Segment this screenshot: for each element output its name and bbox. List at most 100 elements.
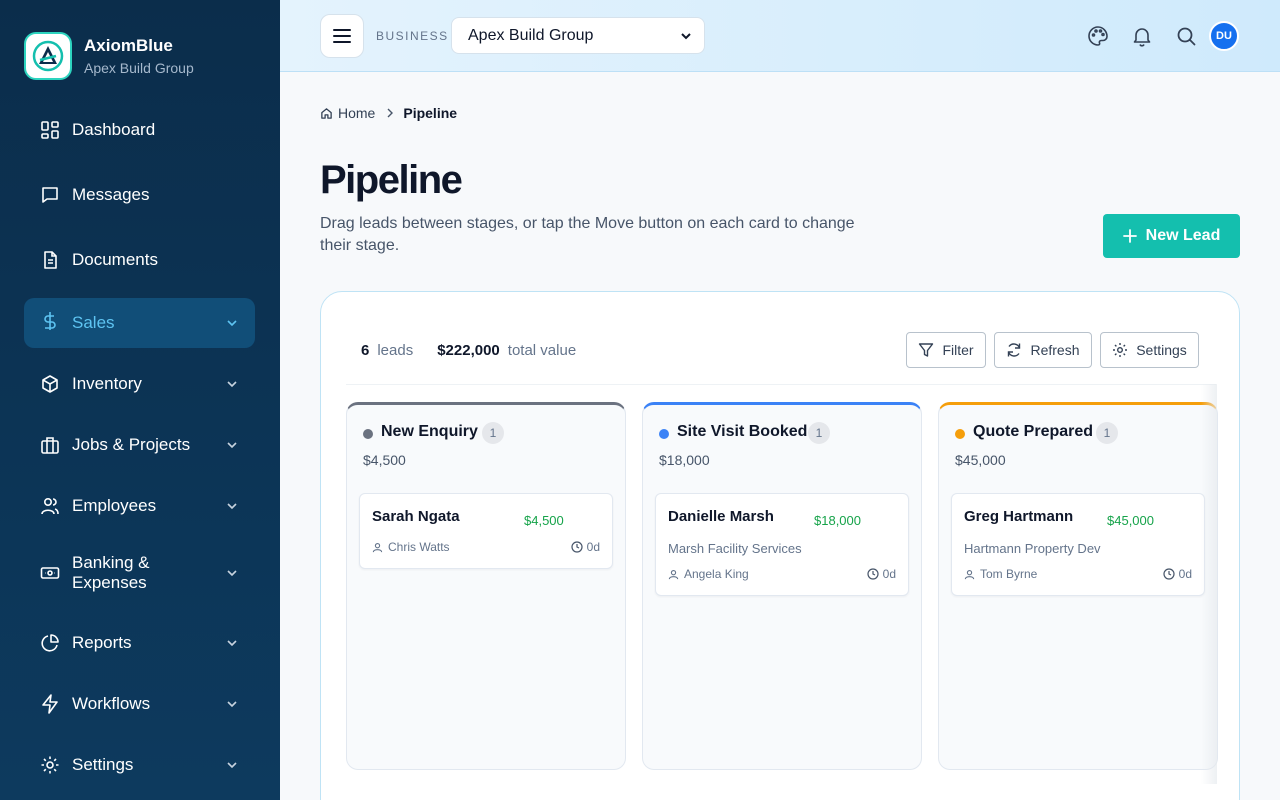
stage-column-new-enquiry[interactable]: New Enquiry 1 $4,500 Sarah Ngata $4,500 …	[346, 402, 626, 770]
briefcase-icon	[41, 437, 59, 454]
lead-company: Marsh Facility Services	[668, 541, 802, 556]
clock-icon	[867, 568, 879, 580]
breadcrumb-current: Pipeline	[403, 105, 458, 121]
business-label: BUSINESS	[376, 29, 449, 43]
stage-column-site-visit-booked[interactable]: Site Visit Booked 1 $18,000 Danielle Mar…	[642, 402, 922, 770]
box-icon	[42, 375, 58, 393]
lead-name: Danielle Marsh	[668, 508, 774, 525]
sidebar-item-documents[interactable]: Documents	[24, 245, 255, 275]
lead-card[interactable]: Greg Hartmann $45,000 Hartmann Property …	[951, 493, 1205, 596]
leads-label: leads	[377, 342, 414, 359]
sidebar-item-label: Settings	[72, 755, 134, 774]
stage-column-quote-prepared[interactable]: Quote Prepared 1 $45,000 Greg Hartmann $…	[938, 402, 1218, 770]
brand[interactable]: AxiomBlue Apex Build Group	[24, 32, 194, 80]
lead-age-value: 0d	[882, 567, 896, 581]
lead-name: Greg Hartmann	[964, 508, 1074, 525]
sidebar-item-settings[interactable]: Settings	[24, 750, 255, 780]
lead-age-value: 0d	[586, 540, 600, 554]
hamburger-icon	[333, 29, 351, 43]
chevron-down-icon	[227, 570, 237, 577]
refresh-icon	[1008, 343, 1021, 357]
stage-title: Site Visit Booked	[677, 423, 808, 440]
lead-age: 0d	[1163, 567, 1192, 581]
stage-dot	[955, 429, 965, 439]
settings-label: Settings	[1136, 342, 1187, 358]
chevron-down-icon	[227, 442, 237, 449]
leads-count: 6	[361, 342, 370, 359]
bell-icon[interactable]	[1131, 25, 1153, 47]
page-description: Drag leads between stages, or tap the Mo…	[320, 215, 855, 254]
palette-icon[interactable]	[1087, 25, 1109, 47]
sidebar-item-jobs-projects[interactable]: Jobs & Projects	[24, 430, 255, 460]
sidebar-item-workflows[interactable]: Workflows	[24, 689, 255, 719]
lightning-icon	[42, 694, 58, 714]
pipeline-board: 6 leads $222,000 total value Filter Refr…	[320, 291, 1240, 800]
sidebar-item-label: Jobs & Projects	[72, 435, 191, 454]
brand-name: AxiomBlue	[84, 35, 173, 55]
user-avatar[interactable]: DU	[1209, 21, 1239, 51]
breadcrumb-home-link[interactable]: Home	[320, 105, 375, 121]
stage-dot	[363, 429, 373, 439]
total-value: $222,000	[437, 342, 500, 359]
sidebar-item-label: Employees	[72, 496, 157, 515]
sidebar-item-employees[interactable]: Employees	[24, 491, 255, 521]
home-icon	[321, 107, 332, 119]
chevron-down-icon	[227, 762, 237, 769]
lead-owner-name: Tom Byrne	[980, 567, 1038, 581]
sidebar-item-label: Workflows	[72, 694, 151, 713]
user-icon	[668, 569, 679, 579]
sidebar-item-label: Banking & Expenses	[72, 553, 150, 592]
filter-button[interactable]: Filter	[906, 332, 986, 368]
business-select[interactable]: Apex Build Group	[451, 17, 705, 54]
new-lead-button[interactable]: New Lead	[1103, 214, 1240, 258]
refresh-button[interactable]: Refresh	[994, 332, 1092, 368]
filter-label: Filter	[942, 342, 974, 358]
lead-amount: $18,000	[814, 513, 861, 528]
gear-icon	[41, 756, 59, 774]
stage-count-badge: 1	[482, 422, 504, 444]
plus-icon	[1122, 229, 1137, 243]
sidebar-item-label: Messages	[72, 185, 150, 204]
menu-toggle-button[interactable]	[320, 14, 364, 58]
lead-amount: $4,500	[524, 513, 564, 528]
lead-card[interactable]: Sarah Ngata $4,500 Chris Watts 0d	[359, 493, 613, 569]
sidebar-item-label: Inventory	[72, 374, 142, 393]
lead-name: Sarah Ngata	[372, 508, 460, 525]
sidebar-item-sales[interactable]: Sales	[24, 298, 255, 348]
stage-dot	[659, 429, 669, 439]
lead-amount: $45,000	[1107, 513, 1154, 528]
pie-chart-icon	[41, 634, 59, 652]
lead-company: Hartmann Property Dev	[964, 541, 1101, 556]
sidebar: AxiomBlue Apex Build Group Dashboard Mes…	[0, 0, 280, 800]
stage-title: Quote Prepared	[973, 423, 1094, 440]
scroll-fade	[1201, 384, 1217, 784]
chevron-right-icon	[387, 108, 394, 118]
sidebar-item-label: Sales	[72, 313, 115, 332]
top-bar: BUSINESS Apex Build Group DU	[280, 0, 1280, 72]
lead-age-value: 0d	[1178, 567, 1192, 581]
stage-count-badge: 1	[808, 422, 830, 444]
users-icon	[41, 497, 59, 515]
total-value-label: total value	[507, 342, 577, 359]
lead-owner: Tom Byrne	[964, 567, 1037, 581]
document-icon	[44, 251, 57, 269]
sidebar-item-banking-expenses[interactable]: Banking & Expenses	[24, 553, 255, 593]
lead-owner-name: Chris Watts	[388, 540, 450, 554]
sidebar-item-reports[interactable]: Reports	[24, 628, 255, 658]
sidebar-item-label: Reports	[72, 633, 132, 652]
sidebar-item-label: Documents	[72, 250, 158, 269]
sidebar-item-messages[interactable]: Messages	[24, 180, 255, 210]
sidebar-item-inventory[interactable]: Inventory	[24, 369, 255, 399]
chevron-down-icon	[227, 320, 237, 327]
sidebar-item-dashboard[interactable]: Dashboard	[24, 115, 255, 145]
page-title: Pipeline	[320, 158, 463, 202]
stage-total: $18,000	[659, 452, 710, 468]
board-divider	[346, 384, 1216, 385]
dollar-icon	[44, 312, 56, 330]
stage-count-badge: 1	[1096, 422, 1118, 444]
brand-logo-icon	[24, 32, 72, 80]
lead-owner: Chris Watts	[372, 540, 450, 554]
lead-card[interactable]: Danielle Marsh $18,000 Marsh Facility Se…	[655, 493, 909, 596]
settings-button[interactable]: Settings	[1100, 332, 1199, 368]
search-icon[interactable]	[1175, 25, 1197, 47]
